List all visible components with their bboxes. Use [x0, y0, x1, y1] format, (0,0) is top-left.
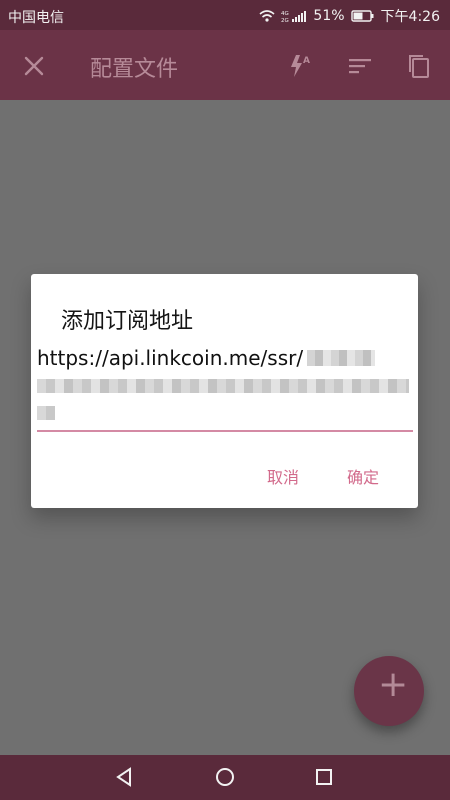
carrier-label: 中国电信	[8, 10, 64, 26]
input-underline	[37, 430, 413, 432]
subscription-url-text: https://api.linkcoin.me/ssr/	[37, 346, 304, 370]
navigation-bar	[0, 755, 450, 800]
app-bar: 配置文件 A	[0, 30, 450, 100]
status-right: 4G 2G 51% 下午4:26	[259, 6, 440, 26]
page-title: 配置文件	[90, 57, 179, 82]
home-icon[interactable]	[213, 765, 237, 789]
recent-icon[interactable]	[312, 765, 336, 789]
add-button[interactable]: +	[354, 656, 424, 726]
svg-text:4G: 4G	[281, 11, 289, 17]
copy-icon[interactable]	[405, 52, 433, 80]
ok-button[interactable]: 确定	[347, 464, 379, 488]
sort-icon[interactable]	[346, 52, 374, 80]
add-subscription-dialog: 添加订阅地址 https://api.linkcoin.me/ssr/ 取消 确…	[31, 274, 418, 508]
close-icon[interactable]	[20, 52, 48, 80]
svg-text:A: A	[303, 56, 310, 66]
flash-auto-icon[interactable]: A	[286, 52, 314, 80]
status-bar: 中国电信 4G 2G 51% 下午4:26	[0, 0, 450, 30]
redacted-url-segment	[307, 350, 375, 366]
redacted-url-segment	[37, 379, 409, 393]
svg-text:2G: 2G	[281, 18, 289, 23]
wifi-icon	[259, 9, 275, 23]
back-icon[interactable]	[112, 765, 136, 789]
battery-percent: 51%	[313, 8, 345, 24]
battery-icon	[350, 10, 375, 22]
signal-icon: 4G 2G	[281, 9, 307, 24]
redacted-url-segment	[37, 406, 55, 420]
add-icon: +	[378, 664, 409, 705]
time-label: 下午4:26	[380, 9, 440, 25]
dialog-title: 添加订阅地址	[61, 309, 194, 334]
cancel-button[interactable]: 取消	[267, 464, 299, 488]
